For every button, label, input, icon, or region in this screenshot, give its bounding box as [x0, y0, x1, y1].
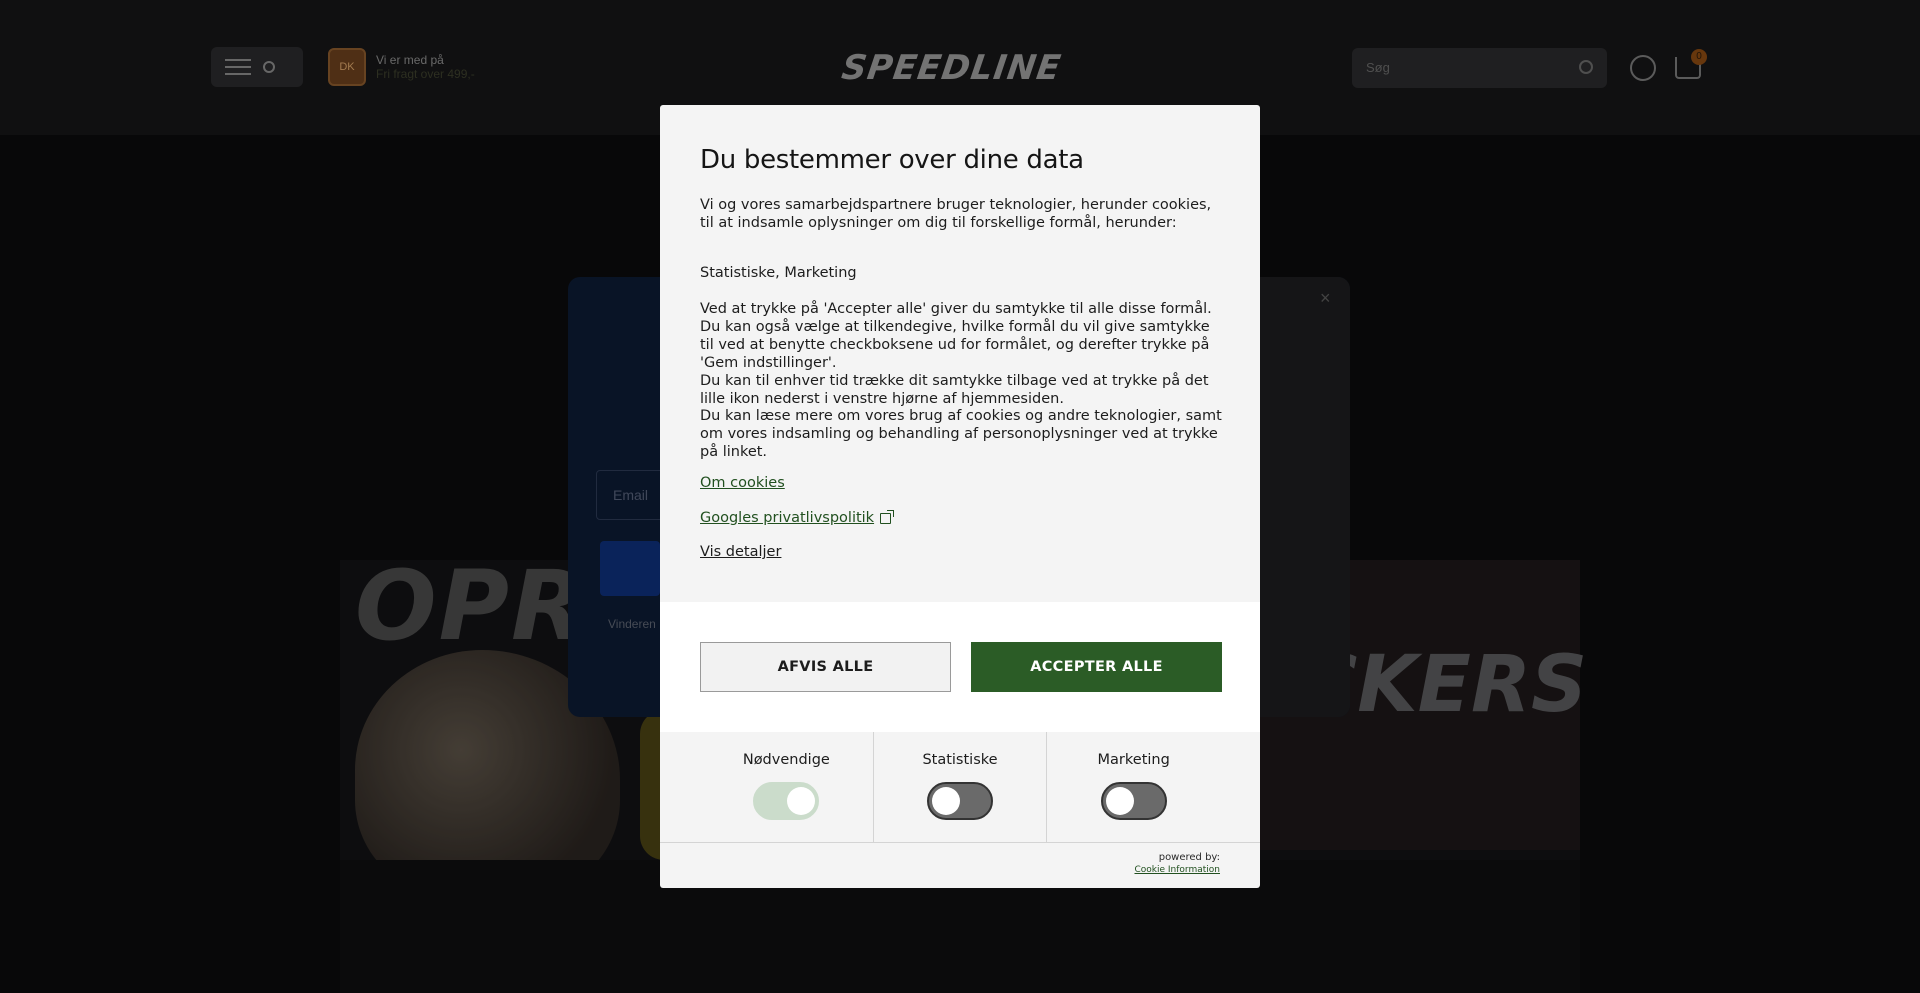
- consent-toggles: Nødvendige Statistiske Marketing: [660, 732, 1260, 843]
- dialog-purposes-text: Statistiske, Marketing: [700, 265, 857, 281]
- button-area: AFVIS ALLE ACCEPTER ALLE: [660, 602, 1260, 732]
- toggle-group-statistics: Statistiske: [872, 732, 1047, 842]
- dialog-consent-text-b: Du kan til enhver tid trække dit samtykk…: [700, 373, 1209, 407]
- dialog-intro-text: Vi og vores samarbejdspartnere bruger te…: [700, 197, 1212, 231]
- cookie-information-link[interactable]: Cookie Information: [1134, 864, 1220, 876]
- dialog-consent-text-a: Ved at trykke på 'Accepter alle' giver d…: [700, 301, 1212, 371]
- link-about-cookies[interactable]: Om cookies: [700, 475, 785, 491]
- toggle-knob: [1105, 787, 1134, 815]
- toggle-necessary[interactable]: [753, 782, 820, 820]
- toggle-label-statistics: Statistiske: [922, 752, 998, 768]
- powered-by: powered by: Cookie Information: [1134, 852, 1220, 876]
- toggle-statistics[interactable]: [927, 782, 993, 820]
- link-google-privacy[interactable]: Googles privatlivspolitik: [700, 509, 895, 526]
- dialog-title: Du bestemmer over dine data: [700, 145, 1084, 175]
- external-link-icon: [880, 509, 895, 524]
- cookie-consent-dialog: Du bestemmer over dine data Vi og vores …: [660, 105, 1260, 888]
- reject-all-button[interactable]: AFVIS ALLE: [700, 642, 951, 692]
- accept-all-button[interactable]: ACCEPTER ALLE: [971, 642, 1222, 692]
- toggle-label-necessary: Nødvendige: [742, 752, 830, 768]
- toggle-group-marketing: Marketing: [1046, 732, 1220, 842]
- dialog-consent-text: Ved at trykke på 'Accepter alle' giver d…: [700, 300, 1225, 408]
- link-about-cookies-label[interactable]: Om cookies: [700, 475, 785, 491]
- toggle-knob: [932, 787, 960, 815]
- toggle-group-necessary: Nødvendige: [700, 732, 873, 842]
- toggle-label-marketing: Marketing: [1097, 752, 1170, 768]
- link-show-details[interactable]: Vis detaljer: [700, 544, 781, 560]
- toggle-knob: [787, 787, 816, 815]
- dialog-readmore-text: Du kan læse mere om vores brug af cookie…: [700, 408, 1222, 460]
- link-google-privacy-label[interactable]: Googles privatlivspolitik: [700, 510, 874, 526]
- toggle-marketing[interactable]: [1100, 782, 1167, 820]
- powered-by-label: powered by:: [1158, 852, 1220, 863]
